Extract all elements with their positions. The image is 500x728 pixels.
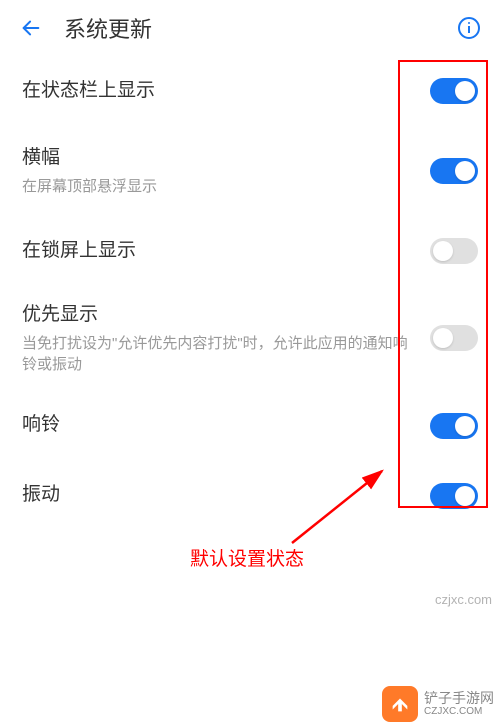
settings-list: 在状态栏上显示 横幅 在屏幕顶部悬浮显示 在锁屏上显示 优先显示 当免打扰设为"…	[0, 56, 500, 531]
toggle-vibrate[interactable]	[430, 483, 478, 509]
setting-desc: 当免打扰设为"允许优先内容打扰"时，允许此应用的通知响铃或振动	[22, 333, 414, 375]
setting-priority[interactable]: 优先显示 当免打扰设为"允许优先内容打扰"时，允许此应用的通知响铃或振动	[0, 286, 500, 391]
setting-ring[interactable]: 响铃	[0, 391, 500, 461]
toggle-knob	[455, 416, 475, 436]
toggle-knob	[433, 241, 453, 261]
setting-banner[interactable]: 横幅 在屏幕顶部悬浮显示	[0, 126, 500, 216]
setting-title: 在状态栏上显示	[22, 78, 414, 105]
setting-text: 响铃	[22, 412, 414, 439]
setting-title: 在锁屏上显示	[22, 238, 414, 265]
logo-badge-icon	[382, 686, 418, 722]
toggle-priority[interactable]	[430, 325, 478, 351]
logo-text: 铲子手游网 CZJXC.COM	[424, 690, 494, 719]
setting-text: 振动	[22, 482, 414, 509]
page-title: 系统更新	[64, 12, 454, 44]
toggle-knob	[455, 161, 475, 181]
toggle-status-bar[interactable]	[430, 78, 478, 104]
toggle-banner[interactable]	[430, 158, 478, 184]
toggle-knob	[433, 328, 453, 348]
setting-desc: 在屏幕顶部悬浮显示	[22, 176, 414, 197]
toggle-knob	[455, 486, 475, 506]
logo-line2: CZJXC.COM	[424, 706, 494, 718]
back-button[interactable]	[16, 13, 46, 43]
setting-text: 优先显示 当免打扰设为"允许优先内容打扰"时，允许此应用的通知响铃或振动	[22, 302, 414, 375]
setting-text: 在状态栏上显示	[22, 78, 414, 105]
info-icon	[457, 16, 481, 40]
setting-text: 在锁屏上显示	[22, 238, 414, 265]
setting-lockscreen[interactable]: 在锁屏上显示	[0, 216, 500, 286]
setting-vibrate[interactable]: 振动	[0, 461, 500, 531]
toggle-ring[interactable]	[430, 413, 478, 439]
watermark: czjxc.com	[435, 592, 492, 607]
setting-title: 振动	[22, 482, 414, 509]
logo-line1: 铲子手游网	[424, 690, 494, 707]
setting-title: 响铃	[22, 412, 414, 439]
header: 系统更新	[0, 0, 500, 56]
setting-title: 优先显示	[22, 302, 414, 329]
toggle-lockscreen[interactable]	[430, 238, 478, 264]
annotation-label: 默认设置状态	[190, 544, 304, 571]
setting-status-bar[interactable]: 在状态栏上显示	[0, 56, 500, 126]
info-button[interactable]	[454, 13, 484, 43]
arrow-left-icon	[20, 17, 42, 39]
setting-text: 横幅 在屏幕顶部悬浮显示	[22, 145, 414, 197]
toggle-knob	[455, 81, 475, 101]
corner-logo: 铲子手游网 CZJXC.COM	[376, 680, 500, 728]
setting-title: 横幅	[22, 145, 414, 172]
